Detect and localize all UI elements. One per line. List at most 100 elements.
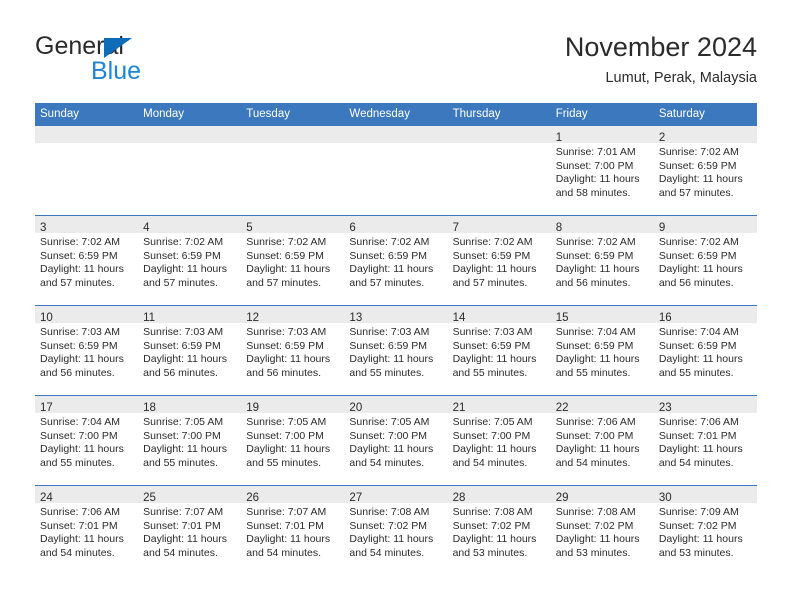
sunset-text: Sunset: 7:01 PM xyxy=(246,519,324,532)
calendar-day-cell[interactable]: 24 Sunrise: 7:06 AM Sunset: 7:01 PM Dayligh… xyxy=(35,485,139,575)
general-blue-logo[interactable]: General Blue xyxy=(35,32,235,88)
calendar-day-cell[interactable]: 9 Sunrise: 7:02 AM Sunset: 6:59 PM Daylight… xyxy=(653,215,757,306)
calendar-day-cell[interactable]: 1 Sunrise: 7:01 AM Sunset: 7:00 PM Daylight… xyxy=(550,126,654,216)
day-number-band: 20 xyxy=(344,396,448,414)
calendar-day-cell[interactable]: 21 Sunrise: 7:05 AM Sunset: 7:00 PM Dayligh… xyxy=(447,395,551,486)
calendar-day-cell[interactable]: 2 Sunrise: 7:02 AM Sunset: 6:59 PM Daylight… xyxy=(653,126,757,216)
calendar-table: Sunday Monday Tuesday Wednesday Thursday… xyxy=(35,103,757,575)
day-number: 18 xyxy=(143,402,156,414)
calendar-day-cell[interactable]: 10 Sunrise: 7:03 AM Sunset: 6:59 PM Dayligh… xyxy=(35,305,139,396)
sunset-text: Sunset: 7:01 PM xyxy=(658,429,737,442)
day-cell-inner: 26 Sunrise: 7:07 AM Sunset: 7:01 PM Dayligh… xyxy=(241,486,345,575)
day-cell-details: Sunrise: 7:06 AM Sunset: 7:00 PM Daylight:… xyxy=(551,413,654,470)
calendar-day-cell[interactable]: 27 Sunrise: 7:08 AM Sunset: 7:02 PM Dayligh… xyxy=(344,485,448,575)
day-number-band: 19 xyxy=(241,396,345,414)
triangle-flag-icon xyxy=(104,38,132,58)
daylight-text-line2: and 54 minutes. xyxy=(452,456,528,469)
day-number: 13 xyxy=(349,312,363,324)
day-number-band: 5 xyxy=(241,216,345,234)
calendar-day-cell[interactable]: 17 Sunrise: 7:04 AM Sunset: 7:00 PM Dayligh… xyxy=(35,395,139,486)
day-cell-details: Sunrise: 7:01 AM Sunset: 7:00 PM Daylight:… xyxy=(551,143,654,200)
sunset-text: Sunset: 6:59 PM xyxy=(143,339,221,352)
weekday-header-thursday: Thursday xyxy=(447,103,551,126)
sunrise-text: Sunrise: 7:05 AM xyxy=(143,416,224,428)
sunset-text: Sunset: 7:00 PM xyxy=(555,429,634,442)
daylight-text-line2: and 58 minutes. xyxy=(555,186,631,199)
daylight-text-line1: Daylight: 11 hours xyxy=(143,443,227,455)
sunset-text: Sunset: 7:00 PM xyxy=(143,429,221,442)
daylight-text-line2: and 54 minutes. xyxy=(246,546,321,559)
daylight-text-line1: Daylight: 11 hours xyxy=(40,443,124,455)
day-cell-inner: 22 Sunrise: 7:06 AM Sunset: 7:00 PM Dayligh… xyxy=(550,396,654,485)
daylight-text-line1: Daylight: 11 hours xyxy=(349,353,434,365)
day-cell-details: Sunrise: 7:03 AM Sunset: 6:59 PM Daylight:… xyxy=(241,323,344,380)
calendar-day-cell[interactable]: 25 Sunrise: 7:07 AM Sunset: 7:01 PM Dayligh… xyxy=(138,485,242,575)
page-subtitle-location: Lumut, Perak, Malaysia xyxy=(605,70,757,86)
weekday-header-wednesday: Wednesday xyxy=(344,103,448,126)
sunset-text: Sunset: 7:00 PM xyxy=(349,429,428,442)
day-cell-inner: 11 Sunrise: 7:03 AM Sunset: 6:59 PM Dayligh… xyxy=(138,306,242,395)
day-cell-inner: 24 Sunrise: 7:06 AM Sunset: 7:01 PM Dayligh… xyxy=(35,486,139,575)
calendar-day-cell[interactable]: 6 Sunrise: 7:02 AM Sunset: 6:59 PM Daylight… xyxy=(344,215,448,306)
calendar-day-cell[interactable]: 13 Sunrise: 7:03 AM Sunset: 6:59 PM Dayligh… xyxy=(344,305,448,396)
day-number: 8 xyxy=(555,222,563,234)
day-number: 14 xyxy=(452,312,466,324)
calendar-day-cell[interactable]: 12 Sunrise: 7:03 AM Sunset: 6:59 PM Dayligh… xyxy=(241,305,345,396)
daylight-text-line2: and 53 minutes. xyxy=(658,546,734,559)
day-number: 27 xyxy=(349,492,363,504)
day-number-band: 1 xyxy=(550,126,654,144)
sunrise-text: Sunrise: 7:02 AM xyxy=(349,236,430,248)
calendar-day-cell[interactable]: 5 Sunrise: 7:02 AM Sunset: 6:59 PM Daylight… xyxy=(241,215,345,306)
day-number: 25 xyxy=(143,492,156,504)
calendar-day-cell[interactable]: 15 Sunrise: 7:04 AM Sunset: 6:59 PM Dayligh… xyxy=(550,305,654,396)
daylight-text-line1: Daylight: 11 hours xyxy=(40,263,124,275)
sunrise-text: Sunrise: 7:04 AM xyxy=(40,416,120,428)
calendar-day-cell[interactable]: 14 Sunrise: 7:03 AM Sunset: 6:59 PM Dayligh… xyxy=(447,305,551,396)
day-number: 10 xyxy=(40,312,53,324)
daylight-text-line1: Daylight: 11 hours xyxy=(555,533,640,545)
day-number-band xyxy=(138,126,242,143)
day-cell-inner: 19 Sunrise: 7:05 AM Sunset: 7:00 PM Dayligh… xyxy=(241,396,345,485)
sunset-text: Sunset: 6:59 PM xyxy=(143,249,221,262)
sunrise-text: Sunrise: 7:08 AM xyxy=(452,506,533,518)
calendar-day-cell[interactable]: 20 Sunrise: 7:05 AM Sunset: 7:00 PM Dayligh… xyxy=(344,395,448,486)
calendar-day-cell[interactable]: 3 Sunrise: 7:02 AM Sunset: 6:59 PM Daylight… xyxy=(35,215,139,306)
calendar-day-cell[interactable]: 22 Sunrise: 7:06 AM Sunset: 7:00 PM Dayligh… xyxy=(550,395,654,486)
day-number-band xyxy=(344,126,448,143)
day-number: 17 xyxy=(40,402,53,414)
calendar-day-cell[interactable]: 26 Sunrise: 7:07 AM Sunset: 7:01 PM Dayligh… xyxy=(241,485,345,575)
day-cell-details: Sunrise: 7:07 AM Sunset: 7:01 PM Daylight:… xyxy=(241,503,344,560)
day-number-band: 11 xyxy=(138,306,242,324)
sunrise-text: Sunrise: 7:09 AM xyxy=(658,506,739,518)
calendar-day-cell[interactable]: 18 Sunrise: 7:05 AM Sunset: 7:00 PM Dayligh… xyxy=(138,395,242,486)
sunrise-text: Sunrise: 7:03 AM xyxy=(40,326,120,338)
calendar-week-row: 1 Sunrise: 7:01 AM Sunset: 7:00 PM Daylight… xyxy=(35,126,757,216)
day-cell-inner: 15 Sunrise: 7:04 AM Sunset: 6:59 PM Dayligh… xyxy=(550,306,654,395)
calendar-day-cell[interactable]: 7 Sunrise: 7:02 AM Sunset: 6:59 PM Daylight… xyxy=(447,215,551,306)
daylight-text-line1: Daylight: 11 hours xyxy=(246,533,331,545)
daylight-text-line2: and 57 minutes. xyxy=(246,276,321,289)
calendar-day-cell[interactable]: 28 Sunrise: 7:08 AM Sunset: 7:02 PM Dayligh… xyxy=(447,485,551,575)
calendar-day-cell[interactable]: 29 Sunrise: 7:08 AM Sunset: 7:02 PM Dayligh… xyxy=(550,485,654,575)
calendar-day-cell[interactable]: 16 Sunrise: 7:04 AM Sunset: 6:59 PM Dayligh… xyxy=(653,305,757,396)
day-number-band: 7 xyxy=(447,216,551,234)
day-cell-inner xyxy=(138,126,242,215)
calendar-day-cell[interactable]: 4 Sunrise: 7:02 AM Sunset: 6:59 PM Daylight… xyxy=(138,215,242,306)
daylight-text-line2: and 56 minutes. xyxy=(143,366,218,379)
day-cell-inner: 9 Sunrise: 7:02 AM Sunset: 6:59 PM Daylight… xyxy=(653,216,757,305)
day-cell-details: Sunrise: 7:02 AM Sunset: 6:59 PM Daylight:… xyxy=(551,233,654,290)
daylight-text-line1: Daylight: 11 hours xyxy=(246,263,331,275)
daylight-text-line2: and 57 minutes. xyxy=(143,276,218,289)
day-cell-inner: 2 Sunrise: 7:02 AM Sunset: 6:59 PM Daylight… xyxy=(653,126,757,215)
daylight-text-line1: Daylight: 11 hours xyxy=(452,353,537,365)
day-number: 16 xyxy=(658,312,672,324)
calendar-day-cell[interactable]: 23 Sunrise: 7:06 AM Sunset: 7:01 PM Dayligh… xyxy=(653,395,757,486)
day-cell-details: Sunrise: 7:07 AM Sunset: 7:01 PM Daylight:… xyxy=(138,503,241,560)
calendar-day-cell[interactable]: 30 Sunrise: 7:09 AM Sunset: 7:02 PM Dayligh… xyxy=(653,485,757,575)
daylight-text-line1: Daylight: 11 hours xyxy=(452,263,537,275)
daylight-text-line1: Daylight: 11 hours xyxy=(658,173,743,185)
day-cell-inner: 7 Sunrise: 7:02 AM Sunset: 6:59 PM Daylight… xyxy=(447,216,551,305)
calendar-day-cell[interactable]: 19 Sunrise: 7:05 AM Sunset: 7:00 PM Dayligh… xyxy=(241,395,345,486)
calendar-day-cell[interactable]: 8 Sunrise: 7:02 AM Sunset: 6:59 PM Daylight… xyxy=(550,215,654,306)
calendar-day-cell[interactable]: 11 Sunrise: 7:03 AM Sunset: 6:59 PM Dayligh… xyxy=(138,305,242,396)
